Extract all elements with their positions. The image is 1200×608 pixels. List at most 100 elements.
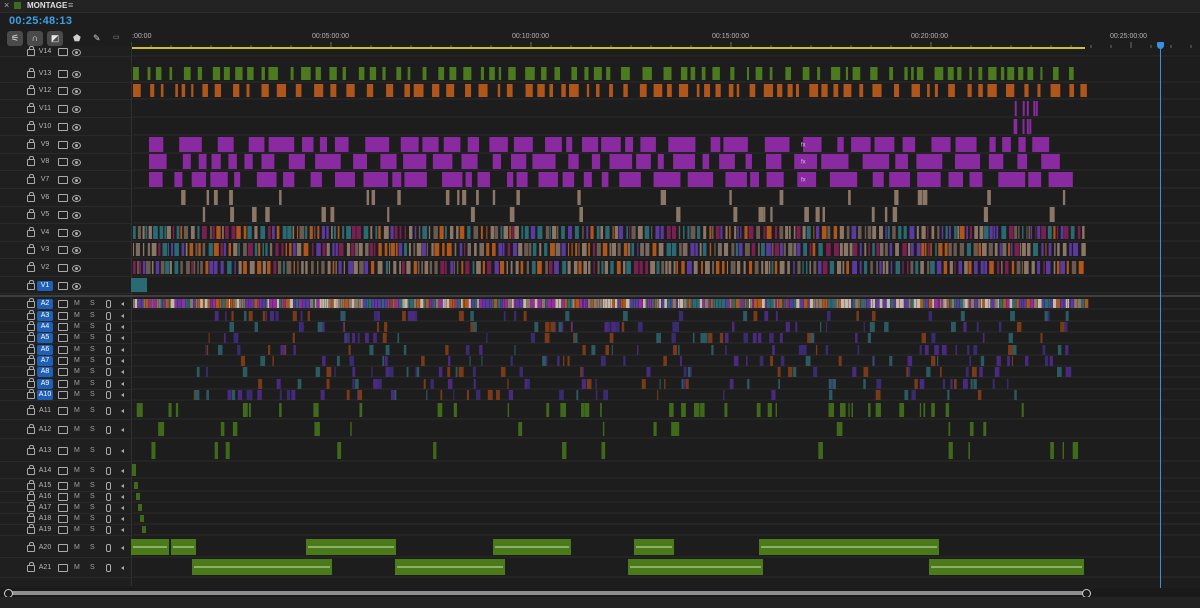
lock-icon[interactable] (27, 562, 35, 572)
expand-icon[interactable] (121, 495, 124, 499)
lock-icon[interactable] (27, 491, 35, 501)
mic-icon[interactable] (106, 334, 111, 342)
track-name[interactable]: A19 (37, 525, 53, 535)
eye-icon[interactable] (72, 49, 81, 56)
track-name[interactable]: A9 (37, 379, 53, 389)
mic-icon[interactable] (106, 312, 111, 320)
track-name[interactable]: A3 (37, 311, 53, 321)
track-name[interactable]: V13 (37, 69, 53, 79)
sync-lock-icon[interactable] (58, 158, 68, 166)
track-name[interactable]: A11 (37, 406, 53, 416)
solo-button[interactable]: S (90, 367, 95, 377)
expand-icon[interactable] (121, 302, 124, 306)
track-name[interactable]: A15 (37, 481, 53, 491)
lock-icon[interactable] (27, 280, 35, 290)
audio-track-header[interactable]: A8 M S (0, 366, 131, 378)
mute-button[interactable]: M (74, 503, 80, 513)
sync-lock-icon[interactable] (58, 194, 68, 202)
solo-button[interactable]: S (90, 345, 95, 355)
solo-button[interactable]: S (90, 379, 95, 389)
mute-button[interactable]: M (74, 514, 80, 524)
solo-button[interactable]: S (90, 406, 95, 416)
playhead-timecode[interactable]: 00:25:48:13 (9, 15, 72, 27)
lock-icon[interactable] (27, 103, 35, 113)
track-name[interactable]: A20 (37, 543, 53, 553)
lock-icon[interactable] (27, 321, 35, 331)
sync-lock-icon[interactable] (58, 380, 68, 388)
expand-icon[interactable] (121, 336, 124, 340)
solo-button[interactable]: S (90, 425, 95, 435)
lock-icon[interactable] (27, 262, 35, 272)
video-track-header[interactable]: V7 (0, 171, 131, 189)
audio-track-header[interactable]: A2 M S (0, 298, 131, 310)
mute-button[interactable]: M (74, 322, 80, 332)
mic-icon[interactable] (106, 493, 111, 501)
lock-icon[interactable] (27, 389, 35, 399)
mute-button[interactable]: M (74, 345, 80, 355)
mic-icon[interactable] (106, 300, 111, 308)
track-name[interactable]: A14 (37, 466, 53, 476)
lock-icon[interactable] (27, 298, 35, 308)
add-marker-icon[interactable]: ◩ (47, 31, 63, 46)
mute-button[interactable]: M (74, 390, 80, 400)
lock-icon[interactable] (27, 227, 35, 237)
track-name[interactable]: V1 (37, 281, 53, 291)
lock-icon[interactable] (27, 424, 35, 434)
eye-icon[interactable] (72, 265, 81, 272)
expand-icon[interactable] (121, 409, 124, 413)
solo-button[interactable]: S (90, 390, 95, 400)
audio-track-header[interactable]: A21 M S (0, 557, 131, 578)
solo-button[interactable]: S (90, 563, 95, 573)
mic-icon[interactable] (106, 564, 111, 572)
mic-icon[interactable] (106, 426, 111, 434)
solo-button[interactable]: S (90, 503, 95, 513)
expand-icon[interactable] (121, 528, 124, 532)
sync-lock-icon[interactable] (58, 515, 68, 523)
mic-icon[interactable] (106, 526, 111, 534)
mute-button[interactable]: M (74, 466, 80, 476)
sync-lock-icon[interactable] (58, 282, 68, 290)
sync-lock-icon[interactable] (58, 426, 68, 434)
lock-icon[interactable] (27, 542, 35, 552)
sync-lock-icon[interactable] (58, 141, 68, 149)
track-name[interactable]: V7 (37, 175, 53, 185)
mute-button[interactable]: M (74, 379, 80, 389)
sync-lock-icon[interactable] (58, 334, 68, 342)
lock-icon[interactable] (27, 85, 35, 95)
sync-lock-icon[interactable] (58, 48, 68, 56)
mute-button[interactable]: M (74, 563, 80, 573)
expand-icon[interactable] (121, 370, 124, 374)
solo-button[interactable]: S (90, 466, 95, 476)
mute-button[interactable]: M (74, 446, 80, 456)
mic-icon[interactable] (106, 447, 111, 455)
track-name[interactable]: V2 (37, 263, 53, 273)
playhead-handle[interactable] (1157, 42, 1164, 49)
video-track-header[interactable]: V13 (0, 65, 131, 83)
lock-icon[interactable] (27, 121, 35, 131)
lock-icon[interactable] (27, 480, 35, 490)
track-name[interactable]: A10 (37, 390, 53, 400)
sequence-tab[interactable]: × MONTAGE ≡ (0, 0, 1200, 13)
sync-lock-icon[interactable] (58, 504, 68, 512)
track-name[interactable]: V3 (37, 245, 53, 255)
close-tab-icon[interactable]: × (4, 0, 9, 10)
track-name[interactable]: V5 (37, 210, 53, 220)
track-name[interactable]: V6 (37, 193, 53, 203)
track-name[interactable]: A17 (37, 503, 53, 513)
mic-icon[interactable] (106, 482, 111, 490)
track-name[interactable]: V9 (37, 140, 53, 150)
sync-lock-icon[interactable] (58, 357, 68, 365)
solo-button[interactable]: S (90, 299, 95, 309)
snap-icon[interactable]: ⚟ (7, 31, 23, 46)
audio-track-header[interactable]: A11 M S (0, 401, 131, 420)
lock-icon[interactable] (27, 192, 35, 202)
sync-lock-icon[interactable] (58, 300, 68, 308)
sync-lock-icon[interactable] (58, 391, 68, 399)
mic-icon[interactable] (106, 467, 111, 475)
expand-icon[interactable] (121, 359, 124, 363)
lock-icon[interactable] (27, 344, 35, 354)
track-name[interactable]: A13 (37, 446, 53, 456)
mic-icon[interactable] (106, 391, 111, 399)
expand-icon[interactable] (121, 348, 124, 352)
eye-icon[interactable] (72, 159, 81, 166)
